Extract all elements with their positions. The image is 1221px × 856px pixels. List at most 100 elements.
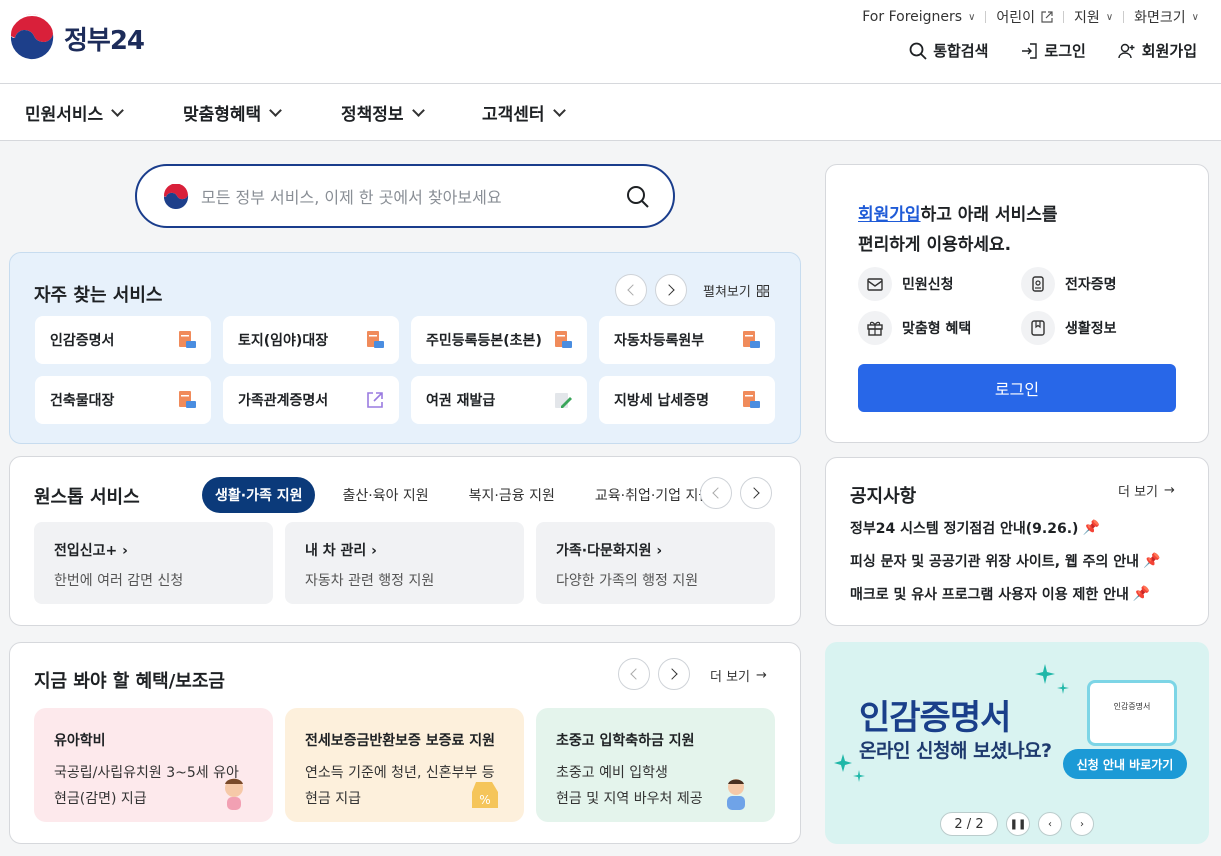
service-item[interactable]: 토지(임야)대장 xyxy=(223,316,399,364)
nav-label: 민원서비스 xyxy=(25,105,104,125)
signup-link[interactable]: 회원가입 xyxy=(1118,40,1197,61)
login-service-benefit[interactable]: 맞춤형 혜택 xyxy=(858,311,971,345)
login-button[interactable]: 로그인 xyxy=(858,364,1176,412)
document-print-icon xyxy=(743,331,760,348)
onestop-item-desc: 자동차 관련 행정 지원 xyxy=(305,573,435,589)
signup-inline-link[interactable]: 회원가입 xyxy=(858,205,921,225)
tab-life-family[interactable]: 생활·가족 지원 xyxy=(202,477,316,513)
util-for-foreigners[interactable]: For Foreigners ∨ xyxy=(852,9,985,25)
notice-more-link[interactable]: 더 보기 → xyxy=(1118,481,1175,500)
chevron-right-icon: › xyxy=(656,543,663,559)
login-service-lifeinfo[interactable]: 생활정보 xyxy=(1021,311,1117,345)
login-icon xyxy=(1022,42,1038,59)
banner-prev-button[interactable]: ‹ xyxy=(1038,812,1062,836)
service-item[interactable]: 주민등록등본(초본) xyxy=(411,316,587,364)
benefit-item[interactable]: 전세보증금반환보증 보증료 지원 연소득 기준에 청년, 신혼부부 등 현금 지급… xyxy=(285,708,524,822)
benefit-title: 유아학비 xyxy=(54,733,106,749)
utility-menu: For Foreigners ∨ 어린이 지원 ∨ 화면크기 ∨ xyxy=(852,7,1199,27)
login-service-civil[interactable]: 민원신청 xyxy=(858,267,954,301)
nav-civil-service[interactable]: 민원서비스 xyxy=(25,100,125,125)
onestop-item[interactable]: 내 차 관리 › 자동차 관련 행정 지원 xyxy=(285,522,524,604)
chevron-left-icon xyxy=(630,668,642,680)
next-button[interactable] xyxy=(740,477,772,509)
service-item[interactable]: 지방세 납세증명 xyxy=(599,376,775,424)
banner-cta-button[interactable]: 신청 안내 바로가기 xyxy=(1063,749,1187,779)
util-label: 어린이 xyxy=(996,10,1036,26)
notice-label: 피싱 문자 및 공공기관 위장 사이트, 웹 주의 안내 xyxy=(850,554,1140,570)
prev-button[interactable] xyxy=(700,477,732,509)
login-link[interactable]: 로그인 xyxy=(1020,40,1086,61)
integrated-search-label: 통합검색 xyxy=(933,42,989,60)
pin-icon: 📌 xyxy=(1132,586,1151,602)
search-icon xyxy=(909,42,927,60)
login-service-eproof[interactable]: 전자증명 xyxy=(1021,267,1117,301)
pause-button[interactable]: ❚❚ xyxy=(1006,812,1030,836)
svg-text:%: % xyxy=(479,793,490,807)
login-label: 로그인 xyxy=(1044,42,1086,60)
taegeuk-logo-icon xyxy=(8,14,56,62)
benefit-item[interactable]: 유아학비 국공립/사립유치원 3~5세 유아 현금(감면) 지급 xyxy=(34,708,273,822)
pin-icon: 📌 xyxy=(1143,553,1161,569)
nav-customer-center[interactable]: 고객센터 xyxy=(482,100,566,125)
next-button[interactable] xyxy=(658,658,690,690)
prev-button[interactable] xyxy=(615,274,647,306)
notice-card: 공지사항 더 보기 → 정부24 시스템 정기점검 안내(9.26.) 📌 피싱… xyxy=(825,457,1209,626)
edit-form-icon xyxy=(555,393,572,408)
login-message: 회원가입하고 아래 서비스를 편리하게 이용하세요. xyxy=(858,200,1058,260)
more-label: 더 보기 xyxy=(710,670,751,685)
benefits-more-link[interactable]: 더 보기 → xyxy=(710,666,767,685)
tab-birth-childcare[interactable]: 출산·육아 지원 xyxy=(329,477,441,513)
login-service-label: 민원신청 xyxy=(902,277,954,293)
integrated-search-link[interactable]: 통합검색 xyxy=(909,40,988,61)
chevron-left-icon xyxy=(712,487,724,499)
certificate-illustration: 인감증명서 xyxy=(1087,680,1177,746)
arrow-right-icon: → xyxy=(1164,483,1175,498)
document-print-icon xyxy=(367,331,384,348)
nav-custom-benefit[interactable]: 맞춤형혜택 xyxy=(183,100,283,125)
arrow-right-icon: → xyxy=(756,668,767,683)
chevron-down-icon: ∨ xyxy=(1191,11,1199,23)
util-kids[interactable]: 어린이 xyxy=(986,7,1063,27)
service-label: 지방세 납세증명 xyxy=(614,393,710,409)
benefits-pager xyxy=(618,658,690,690)
notice-item[interactable]: 피싱 문자 및 공공기관 위장 사이트, 웹 주의 안내 📌 xyxy=(850,551,1160,571)
onestop-tabs: 생활·가족 지원 출산·육아 지원 복지·금융 지원 교육·취업·기업 지원 xyxy=(202,477,724,513)
site-logo[interactable]: 정부24 xyxy=(8,14,145,62)
notice-item[interactable]: 매크로 및 유사 프로그램 사용자 이용 제한 안내 📌 xyxy=(850,584,1150,604)
service-item[interactable]: 인감증명서 xyxy=(35,316,211,364)
nav-label: 맞춤형혜택 xyxy=(183,105,262,125)
util-support[interactable]: 지원 ∨ xyxy=(1064,7,1123,27)
service-item[interactable]: 가족관계증명서 xyxy=(223,376,399,424)
document-print-icon xyxy=(179,391,196,408)
notice-item[interactable]: 정부24 시스템 정기점검 안내(9.26.) 📌 xyxy=(850,518,1100,538)
login-message-text: 하고 아래 서비스를 xyxy=(920,205,1058,225)
service-item[interactable]: 자동차등록원부 xyxy=(599,316,775,364)
add-user-icon xyxy=(1118,43,1135,58)
onestop-item[interactable]: 전입신고+ › 한번에 여러 감면 신청 xyxy=(34,522,273,604)
search-input[interactable] xyxy=(201,182,601,212)
banner-next-button[interactable]: › xyxy=(1070,812,1094,836)
chevron-right-icon: › xyxy=(122,543,128,559)
chevron-left-icon xyxy=(627,284,639,296)
prev-button[interactable] xyxy=(618,658,650,690)
service-item[interactable]: 여권 재발급 xyxy=(411,376,587,424)
expand-label: 펼쳐보기 xyxy=(703,285,751,300)
benefit-item[interactable]: 초중고 입학축하금 지원 초중고 예비 입학생 현금 및 지역 바우처 제공 xyxy=(536,708,775,822)
banner-counter: 2 / 2 xyxy=(940,812,998,836)
benefit-title: 전세보증금반환보증 보증료 지원 xyxy=(305,733,496,749)
service-label: 주민등록등본(초본) xyxy=(426,333,542,349)
tab-welfare-finance[interactable]: 복지·금융 지원 xyxy=(456,477,568,513)
chevron-down-icon: ∨ xyxy=(968,11,976,23)
expand-link[interactable]: 펼쳐보기 xyxy=(703,281,769,300)
service-item[interactable]: 건축물대장 xyxy=(35,376,211,424)
discount-tag-icon: % xyxy=(472,782,498,808)
login-service-label: 전자증명 xyxy=(1065,277,1117,293)
util-screen-size[interactable]: 화면크기 ∨ xyxy=(1124,7,1199,27)
promo-banner[interactable]: 인감증명서 인감증명서 온라인 신청해 보셨나요? 신청 안내 바로가기 2 /… xyxy=(825,642,1209,844)
frequent-pager xyxy=(615,274,687,306)
signup-label: 회원가입 xyxy=(1141,42,1197,60)
onestop-item[interactable]: 가족·다문화지원 › 다양한 가족의 행정 지원 xyxy=(536,522,775,604)
nav-policy-info[interactable]: 정책정보 xyxy=(341,100,425,125)
search-icon[interactable] xyxy=(625,184,651,210)
next-button[interactable] xyxy=(655,274,687,306)
